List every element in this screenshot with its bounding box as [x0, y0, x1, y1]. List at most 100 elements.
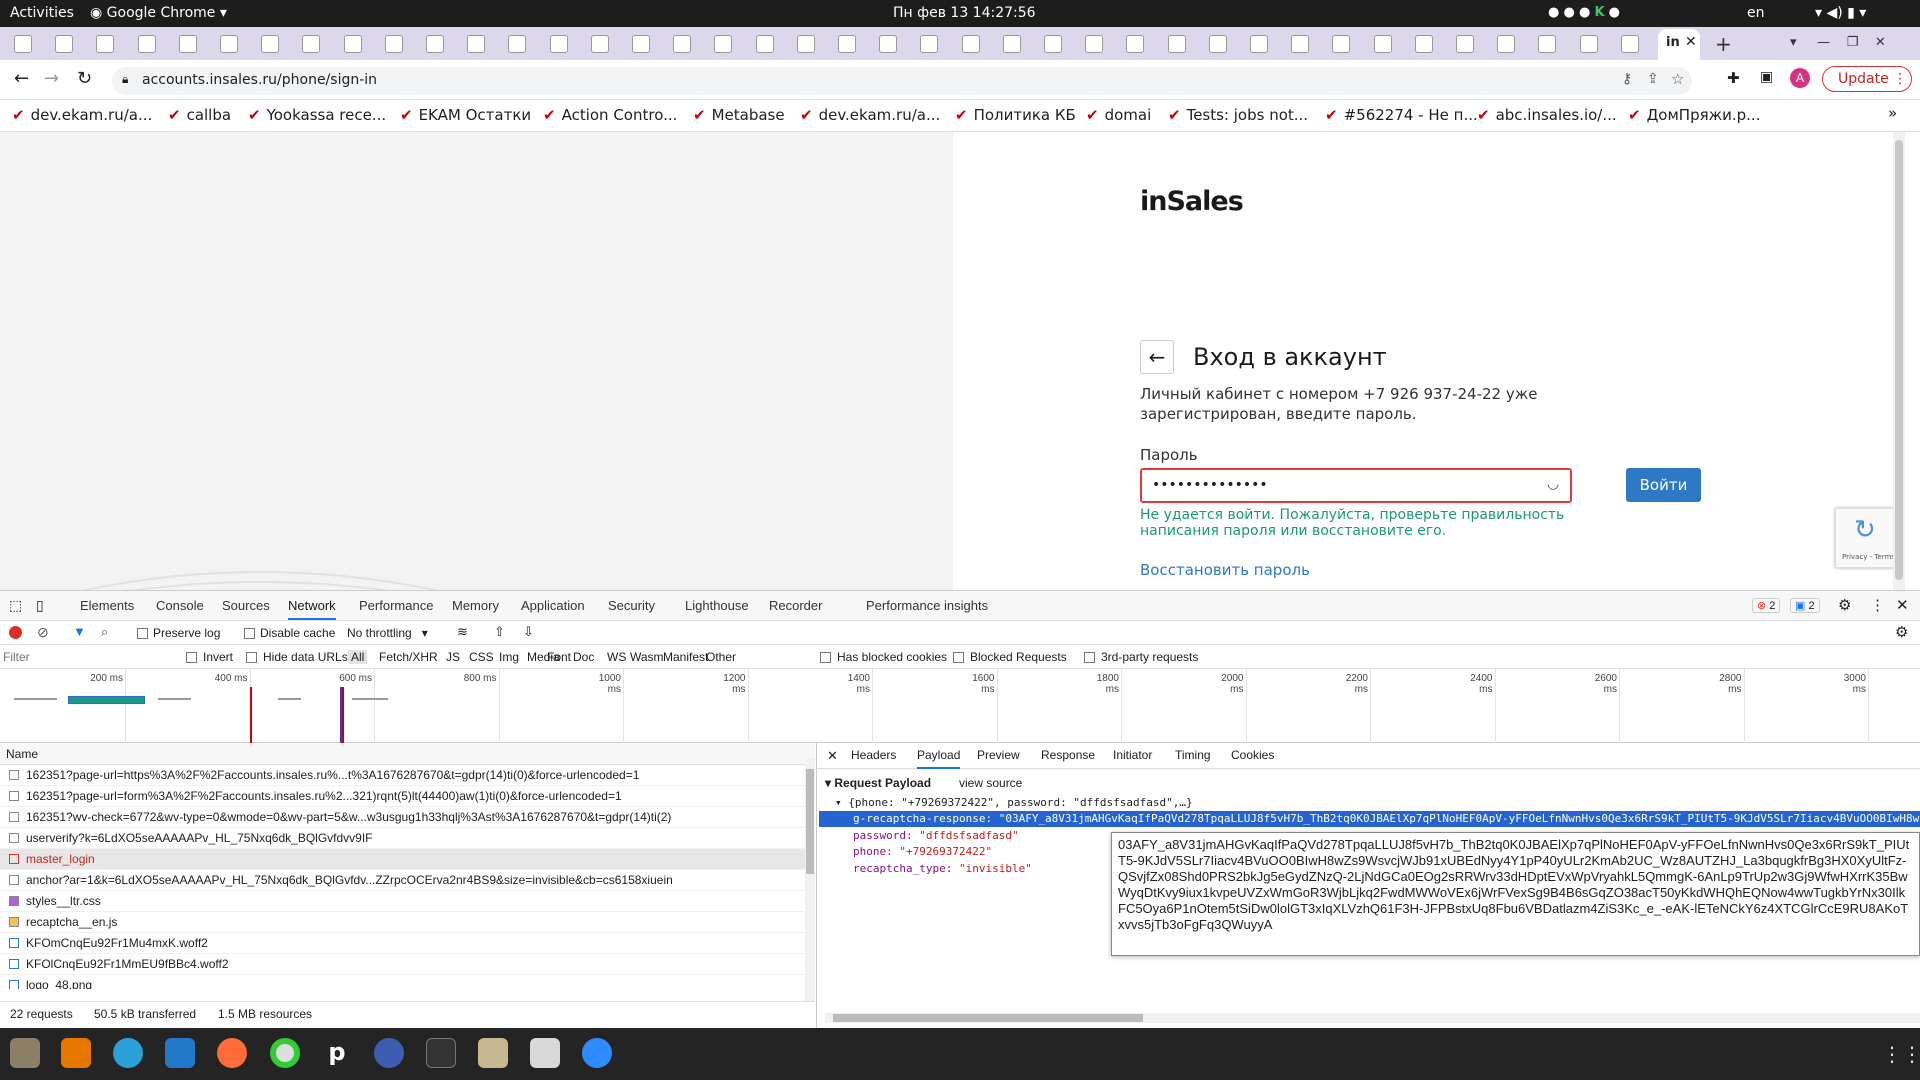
devtools-tab-network[interactable]: Network [288, 598, 336, 620]
tab-favicon-icon[interactable] [1002, 35, 1021, 53]
bookmark-item[interactable]: ✔ callba [168, 106, 231, 124]
page-scroll-thumb[interactable] [1895, 140, 1903, 580]
tab-favicon-icon[interactable] [1414, 35, 1433, 53]
filter-hide-data-urls[interactable]: Hide data URLs [246, 650, 348, 664]
detail-tab-initiator[interactable]: Initiator [1113, 748, 1152, 762]
device-toggle-icon[interactable]: ▯ [36, 597, 44, 614]
request-row[interactable]: recaptcha__en.js [0, 912, 805, 933]
tab-favicon-icon[interactable] [137, 35, 156, 53]
filter-img[interactable]: Img [499, 650, 519, 664]
detail-tab-cookies[interactable]: Cookies [1231, 748, 1274, 762]
tab-favicon-icon[interactable] [714, 35, 733, 53]
calendar-app-icon[interactable] [530, 1038, 560, 1068]
new-tab-icon[interactable]: + [1715, 32, 1732, 56]
tab-favicon-icon[interactable] [1167, 35, 1186, 53]
bookmark-item[interactable]: ✔ dev.ekam.ru/a... [800, 106, 940, 124]
system-menu[interactable]: ▾ ◀) ▮ ▾ [1815, 5, 1866, 21]
devtools-tab-security[interactable]: Security [608, 598, 655, 613]
page-scrollbar[interactable] [1893, 132, 1905, 590]
bookmark-item[interactable]: ✔ domai [1086, 106, 1151, 124]
recaptcha-badge[interactable]: ↻ Privacy - Terms [1835, 508, 1900, 568]
omnibox[interactable]: 🔒︎ accounts.insales.ru/phone/sign-in ⚷ ⇪… [112, 67, 1692, 95]
request-row[interactable]: logo_48.png [0, 975, 805, 989]
filter-css[interactable]: CSS [469, 650, 494, 664]
bookmark-item[interactable]: ✔ Metabase [693, 106, 785, 124]
bookmarks-overflow-icon[interactable]: » [1888, 104, 1897, 122]
activities-button[interactable]: Activities [10, 5, 74, 21]
filter-doc[interactable]: Doc [573, 650, 594, 664]
bookmark-item[interactable]: ✔ Action Contro... [543, 106, 677, 124]
request-row[interactable]: 162351?wv-check=6772&wv-type=0&wmode=0&w… [0, 807, 805, 828]
filter-manifest[interactable]: Manifest [663, 650, 708, 664]
message-count-badge[interactable]: ▣ 2 [1790, 598, 1820, 613]
request-row[interactable]: anchor?ar=1&k=6LdXO5seAAAAAPv_HL_75Nxq6d… [0, 870, 805, 891]
tab-favicon-icon[interactable] [1208, 35, 1227, 53]
tab-favicon-icon[interactable] [920, 35, 939, 53]
request-row[interactable]: 162351?page-url=form%3A%2F%2Faccounts.in… [0, 786, 805, 807]
files-app-icon[interactable] [10, 1038, 40, 1068]
tab-favicon-icon[interactable] [673, 35, 692, 53]
devtools-tab-console[interactable]: Console [156, 598, 204, 613]
tab-favicon-icon[interactable] [1497, 35, 1516, 53]
request-row[interactable]: KFOlCnqEu92Fr1MmEU9fBBc4.woff2 [0, 954, 805, 975]
tab-favicon-icon[interactable] [384, 35, 403, 53]
devtools-tab-sources[interactable]: Sources [222, 598, 270, 613]
devtools-tab-lighthouse[interactable]: Lighthouse [685, 598, 749, 613]
filter-js[interactable]: JS [446, 650, 460, 664]
window-controls[interactable]: ▾ — ❐ ✕ [1790, 35, 1886, 50]
payload-row-password[interactable]: password: "dffdsfsadfasd" [853, 829, 1019, 842]
bookmark-item[interactable]: ✔ abc.insales.io/... [1477, 106, 1617, 124]
filter-input[interactable] [3, 648, 165, 666]
detail-tab-timing[interactable]: Timing [1175, 748, 1211, 762]
detail-scroll-thumb[interactable] [833, 1014, 1143, 1022]
detail-tab-response[interactable]: Response [1041, 748, 1095, 762]
network-settings-icon[interactable]: ⚙ [1895, 623, 1908, 641]
eye-closed-icon[interactable]: ◡ [1547, 476, 1559, 492]
filter-checkbox[interactable] [820, 652, 831, 663]
tab-favicon-icon[interactable] [343, 35, 362, 53]
record-icon[interactable] [9, 626, 22, 639]
tab-favicon-icon[interactable] [1126, 35, 1145, 53]
share-icon[interactable]: ⇪ [1647, 71, 1659, 87]
filter-3rd-party-requests[interactable]: 3rd-party requests [1084, 650, 1198, 664]
close-devtools-icon[interactable]: ✕ [1896, 596, 1909, 614]
update-button[interactable]: Update ⋮ [1822, 66, 1912, 92]
tab-favicon-icon[interactable] [14, 35, 32, 53]
reload-icon[interactable]: ↻ [77, 68, 92, 89]
tab-favicon-icon[interactable] [879, 35, 898, 53]
password-field[interactable]: •••••••••••••• ◡ [1140, 468, 1572, 503]
app-grid-icon[interactable]: ⋮⋮⋮ [1882, 1042, 1920, 1066]
recaptcha-links[interactable]: Privacy - Terms [1842, 553, 1895, 561]
network-timeline[interactable]: 200 ms 400 ms 600 ms 800 ms 1000 ms 1200 ms 14… [0, 669, 1920, 743]
tab-favicon-icon[interactable] [838, 35, 856, 53]
forward-icon[interactable]: → [44, 68, 59, 89]
filter-checkbox[interactable] [1084, 652, 1095, 663]
filter-invert[interactable]: Invert [186, 650, 233, 664]
devtools-tab-memory[interactable]: Memory [452, 598, 499, 613]
devtools-tab-elements[interactable]: Elements [80, 598, 134, 613]
filter-checkbox[interactable] [246, 652, 257, 663]
request-row[interactable]: master_login [0, 849, 805, 870]
login-button[interactable]: Войти [1626, 468, 1701, 502]
tab-favicon-icon[interactable] [178, 35, 197, 53]
back-icon[interactable]: ← [14, 68, 29, 89]
filter-ws[interactable]: WS [607, 650, 626, 664]
devtools-tab-application[interactable]: Application [521, 598, 585, 613]
tab-favicon-icon[interactable] [549, 35, 568, 53]
throttling-select[interactable]: No throttling ▾ [347, 626, 428, 640]
detail-tab-preview[interactable]: Preview [977, 748, 1020, 762]
tab-favicon-icon[interactable] [1085, 35, 1104, 53]
tab-favicon-icon[interactable] [755, 35, 774, 53]
close-detail-icon[interactable]: ✕ [827, 748, 838, 764]
tab-favicon-icon[interactable] [1538, 35, 1557, 53]
tab-favicon-icon[interactable] [467, 35, 486, 53]
request-row[interactable]: userverify?k=6LdXO5seAAAAAPv_HL_75Nxq6dk… [0, 828, 805, 849]
payload-summary[interactable]: ▾ {phone: "+79269372422", password: "dff… [835, 796, 1193, 809]
bookmark-item[interactable]: ✔ dev.ekam.ru/a... [12, 106, 152, 124]
archive-app-icon[interactable] [478, 1038, 508, 1068]
devtools-menu-icon[interactable]: ⋮ [1870, 596, 1885, 614]
devtools-tab-recorder[interactable]: Recorder [769, 598, 822, 613]
tab-favicon-icon[interactable] [1456, 35, 1474, 53]
back-button[interactable]: ← [1140, 340, 1174, 374]
tab-favicon-icon[interactable] [1044, 35, 1062, 53]
